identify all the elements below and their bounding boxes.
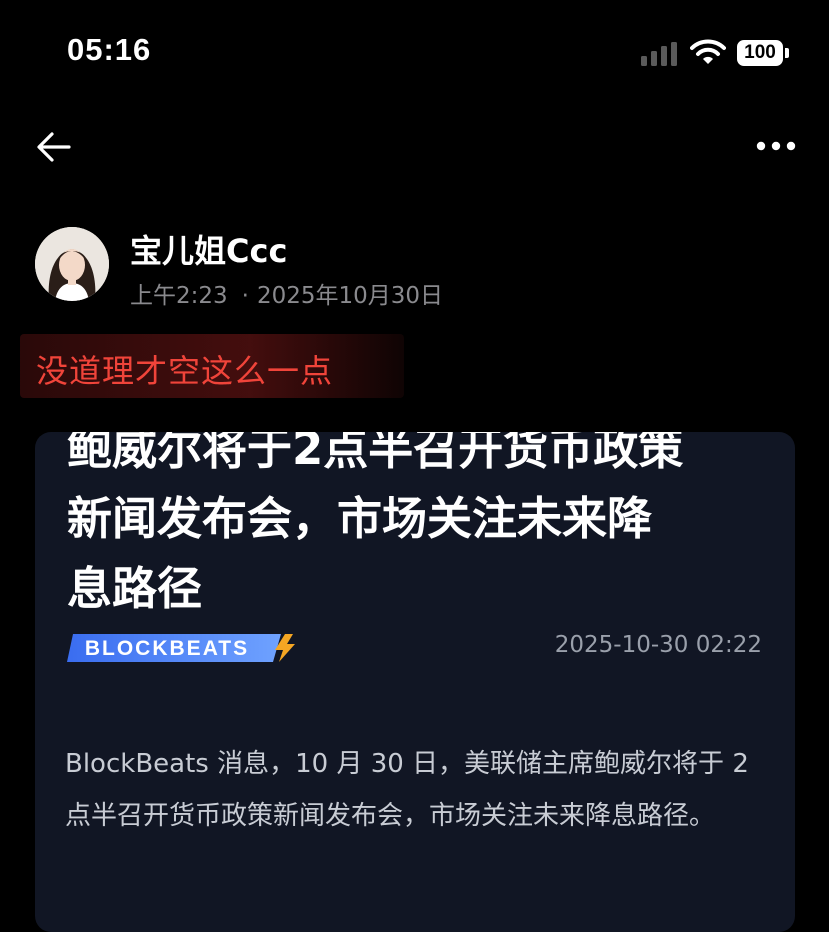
meta-separator: · [241, 283, 249, 309]
status-bar: 05:16 100 [0, 0, 829, 105]
avatar-image [35, 227, 109, 301]
more-icon[interactable] [756, 137, 796, 155]
signal-icon [641, 42, 677, 66]
post-date: 2025年10月30日 [256, 283, 444, 309]
battery-level: 100 [744, 42, 776, 63]
news-card[interactable]: 鲍威尔将于2点半召开货币政策 新闻发布会，市场关注未来降 息路径 BLOCKBE… [35, 432, 795, 932]
post-time: 上午2:23 [130, 283, 228, 309]
card-title: 鲍威尔将于2点半召开货币政策 新闻发布会，市场关注未来降 息路径 [67, 432, 767, 624]
card-datetime: 2025-10-30 02:22 [554, 632, 762, 658]
post-meta: 上午2:23 · 2025年10月30日 [130, 276, 443, 310]
post-text: 没道理才空这么一点 [36, 352, 334, 390]
card-body: BlockBeats 消息，10 月 30 日，美联储主席鲍威尔将于 2 点半召… [65, 749, 749, 831]
battery-icon: 100 [737, 40, 783, 66]
wifi-icon [690, 39, 726, 64]
back-arrow-icon[interactable] [36, 129, 72, 165]
card-title-line: 新闻发布会，市场关注未来降 [67, 492, 653, 545]
battery-tip [785, 48, 789, 58]
status-time: 05:16 [67, 32, 152, 67]
card-title-line: 息路径 [67, 562, 203, 615]
avatar[interactable] [35, 227, 109, 301]
blockbeats-logo: BLOCKBEATS [67, 634, 295, 662]
card-title-line: 鲍威尔将于2点半召开货币政策 [67, 432, 684, 475]
svg-text:BLOCKBEATS: BLOCKBEATS [85, 637, 249, 660]
author-name[interactable]: 宝儿姐Ccc [130, 226, 287, 272]
